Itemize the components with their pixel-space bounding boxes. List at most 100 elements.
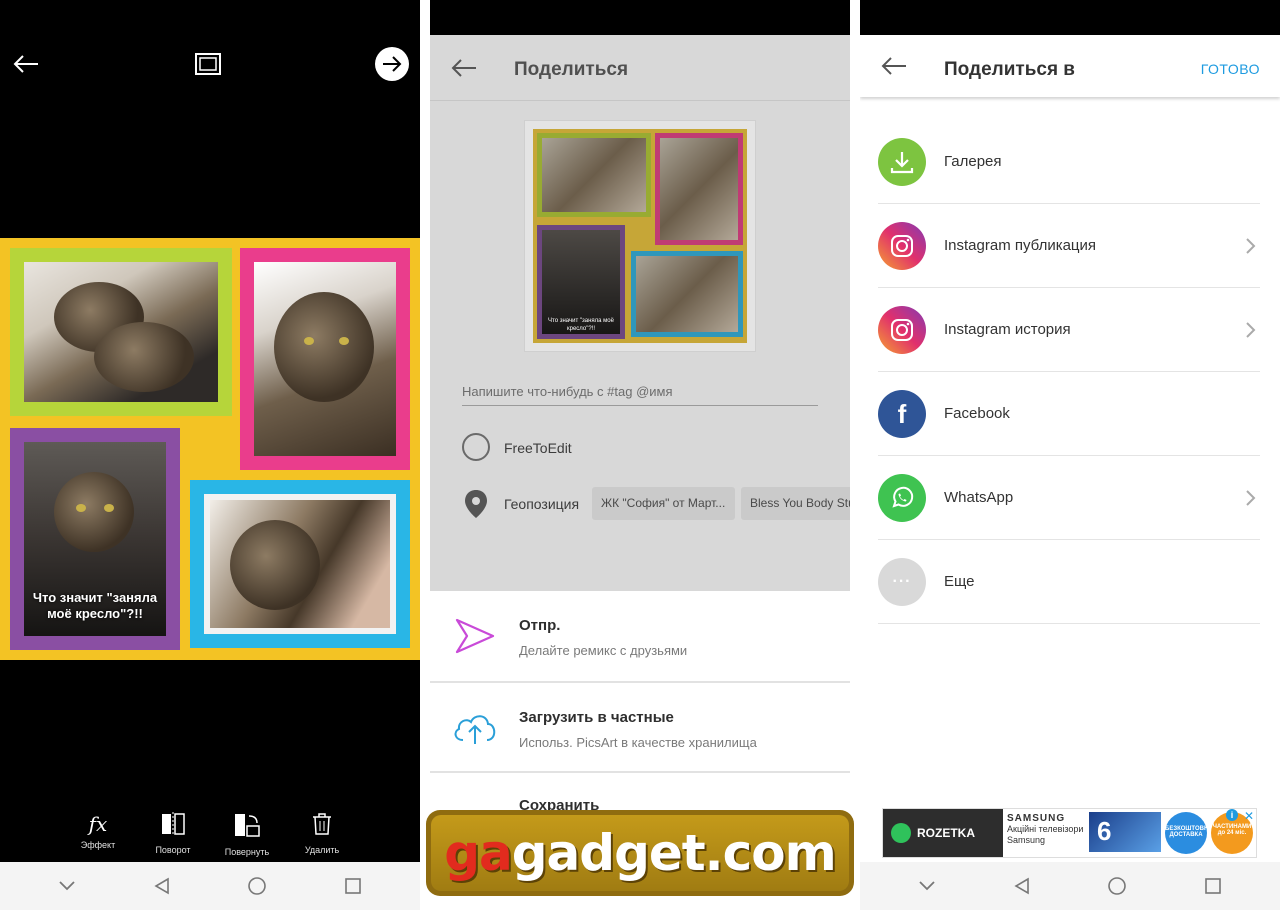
editor-top-bar (0, 0, 420, 130)
collage-thumbnail: Что значит "заняла моё кресло"?!! (524, 120, 756, 352)
system-nav-bar (0, 862, 420, 910)
page-title: Поделиться в (944, 59, 1075, 80)
ad-line1: Акційні телевізори (1007, 824, 1084, 834)
cloud-upload-icon (450, 707, 500, 749)
whatsapp-icon (878, 474, 926, 522)
ad-brand: ROZETKA (883, 809, 1003, 857)
collage-caption[interactable]: Что значит "заняла моё кресло"?!! (24, 590, 166, 622)
send-icon (450, 615, 500, 657)
flip-icon (162, 812, 185, 836)
share-panel: Поделиться Что значит "заняла моё кресло… (430, 0, 850, 910)
share-to-header: Поделиться в ГОТОВО (860, 35, 1280, 97)
recents-square-icon[interactable] (1204, 877, 1222, 895)
row-title: Загрузить в частные (519, 709, 674, 726)
geo-chip[interactable]: Bless You Body Stu (741, 487, 850, 520)
upload-private-row[interactable]: Загрузить в частные Использ. PicsArt в к… (430, 683, 850, 773)
chevron-down-icon[interactable] (918, 880, 936, 892)
home-circle-icon[interactable] (247, 876, 267, 896)
share-to-panel: Поделиться в ГОТОВО Галерея Instagram пу… (860, 0, 1280, 910)
chevron-right-icon (1246, 490, 1256, 506)
share-item-instagram-story[interactable]: Instagram история (878, 288, 1260, 372)
watermark-part-b: gadget.com (511, 824, 837, 882)
geo-chip[interactable]: ЖК "София" от Март... (592, 487, 735, 520)
back-arrow-icon[interactable] (448, 55, 480, 81)
system-nav-bar (860, 862, 1280, 910)
panel-gap (850, 0, 860, 910)
ad-badge-delivery: БЕЗКОШТОВНА ДОСТАВКА (1165, 812, 1213, 854)
status-bar (430, 0, 850, 35)
more-icon: ··· (878, 558, 926, 606)
share-item-label: WhatsApp (944, 489, 1014, 506)
editor-panel: Что значит "заняла моё кресло"?!! fx Эфф… (0, 0, 420, 910)
back-triangle-icon[interactable] (1013, 877, 1031, 895)
rozetka-logo-icon (891, 823, 911, 843)
free-to-edit-radio[interactable] (462, 433, 490, 461)
share-item-label: Instagram публикация (944, 237, 1097, 254)
share-item-label: Галерея (944, 153, 1002, 170)
editor-toolbar: fx Эффект Поворот Повернуть Удалить (0, 812, 420, 862)
watermark-part-a: ga (444, 824, 513, 882)
share-item-label: Instagram история (944, 321, 1071, 338)
rotate-icon (235, 814, 260, 837)
collage-frame-pink[interactable] (240, 248, 410, 470)
ad-info-icon[interactable]: i (1226, 809, 1238, 821)
tool-label: Эффект (80, 840, 116, 850)
chevron-down-icon[interactable] (58, 880, 76, 892)
ad-text: SAMSUNG Акційні телевізори Samsung (1007, 813, 1093, 846)
location-pin-icon (464, 489, 488, 524)
caption-input[interactable]: Напишите что-нибудь с #tag @имя (462, 384, 818, 406)
ad-banner[interactable]: ROZETKA SAMSUNG Акційні телевізори Samsu… (882, 808, 1257, 858)
download-icon (878, 138, 926, 186)
tool-label: Поворот (155, 845, 191, 855)
delete-tool[interactable]: Удалить (287, 812, 357, 855)
page-title: Поделиться (514, 59, 629, 80)
rotate-tool[interactable]: Повернуть (212, 812, 282, 857)
instagram-icon (878, 306, 926, 354)
chevron-right-icon (1246, 322, 1256, 338)
status-bar (860, 0, 1280, 35)
back-arrow-icon[interactable] (878, 53, 910, 79)
row-subtitle: Использ. PicsArt в качестве хранилища (519, 735, 757, 750)
row-title: Отпр. (519, 617, 561, 634)
ad-samsung: SAMSUNG (1007, 813, 1066, 824)
home-circle-icon[interactable] (1107, 876, 1127, 896)
share-item-whatsapp[interactable]: WhatsApp (878, 456, 1260, 540)
row-subtitle: Делайте ремикс с друзьями (519, 643, 688, 658)
chevron-right-icon (1246, 238, 1256, 254)
collage-frame-green[interactable] (10, 248, 232, 416)
instagram-icon (878, 222, 926, 270)
ad-close-icon[interactable]: ✕ (1244, 809, 1254, 823)
geo-label: Геопозиция (504, 496, 580, 512)
share-item-facebook[interactable]: f Facebook (878, 372, 1260, 456)
panel-gap (420, 0, 430, 910)
ad-tv-image: 6 (1089, 812, 1161, 852)
share-header: Поделиться (430, 35, 850, 101)
done-button[interactable]: ГОТОВО (1201, 61, 1260, 77)
ad-brand-text: ROZETKA (917, 826, 975, 840)
share-item-label: Facebook (944, 405, 1010, 422)
trash-icon (313, 813, 331, 835)
facebook-icon: f (878, 390, 926, 438)
ad-line2: Samsung (1007, 835, 1046, 845)
free-to-edit-label: FreeToEdit (504, 440, 572, 456)
effect-tool[interactable]: fx Эффект (63, 812, 133, 850)
ad-tv-number: 6 (1097, 816, 1112, 846)
collage-frame-purple[interactable]: Что значит "заняла моё кресло"?!! (10, 428, 180, 650)
back-triangle-icon[interactable] (153, 877, 171, 895)
tool-label: Повернуть (224, 847, 270, 857)
site-watermark: ga gadget.com (426, 810, 854, 896)
next-arrow-icon[interactable] (375, 47, 409, 81)
share-item-gallery[interactable]: Галерея (878, 120, 1260, 204)
send-row[interactable]: Отпр. Делайте ремикс с друзьями (430, 591, 850, 681)
collage-canvas[interactable]: Что значит "заняла моё кресло"?!! (0, 238, 420, 660)
fx-icon: fx (88, 812, 108, 836)
share-item-instagram-post[interactable]: Instagram публикация (878, 204, 1260, 288)
thumbnail-caption: Что значит "заняла моё кресло"?!! (548, 318, 614, 332)
frame-border-icon[interactable] (192, 50, 224, 78)
flip-tool[interactable]: Поворот (138, 812, 208, 855)
recents-square-icon[interactable] (344, 877, 362, 895)
share-item-label: Еще (944, 573, 975, 590)
collage-frame-blue[interactable] (190, 480, 410, 648)
share-item-more[interactable]: ··· Еще (878, 540, 1260, 624)
back-arrow-icon[interactable] (10, 48, 42, 80)
